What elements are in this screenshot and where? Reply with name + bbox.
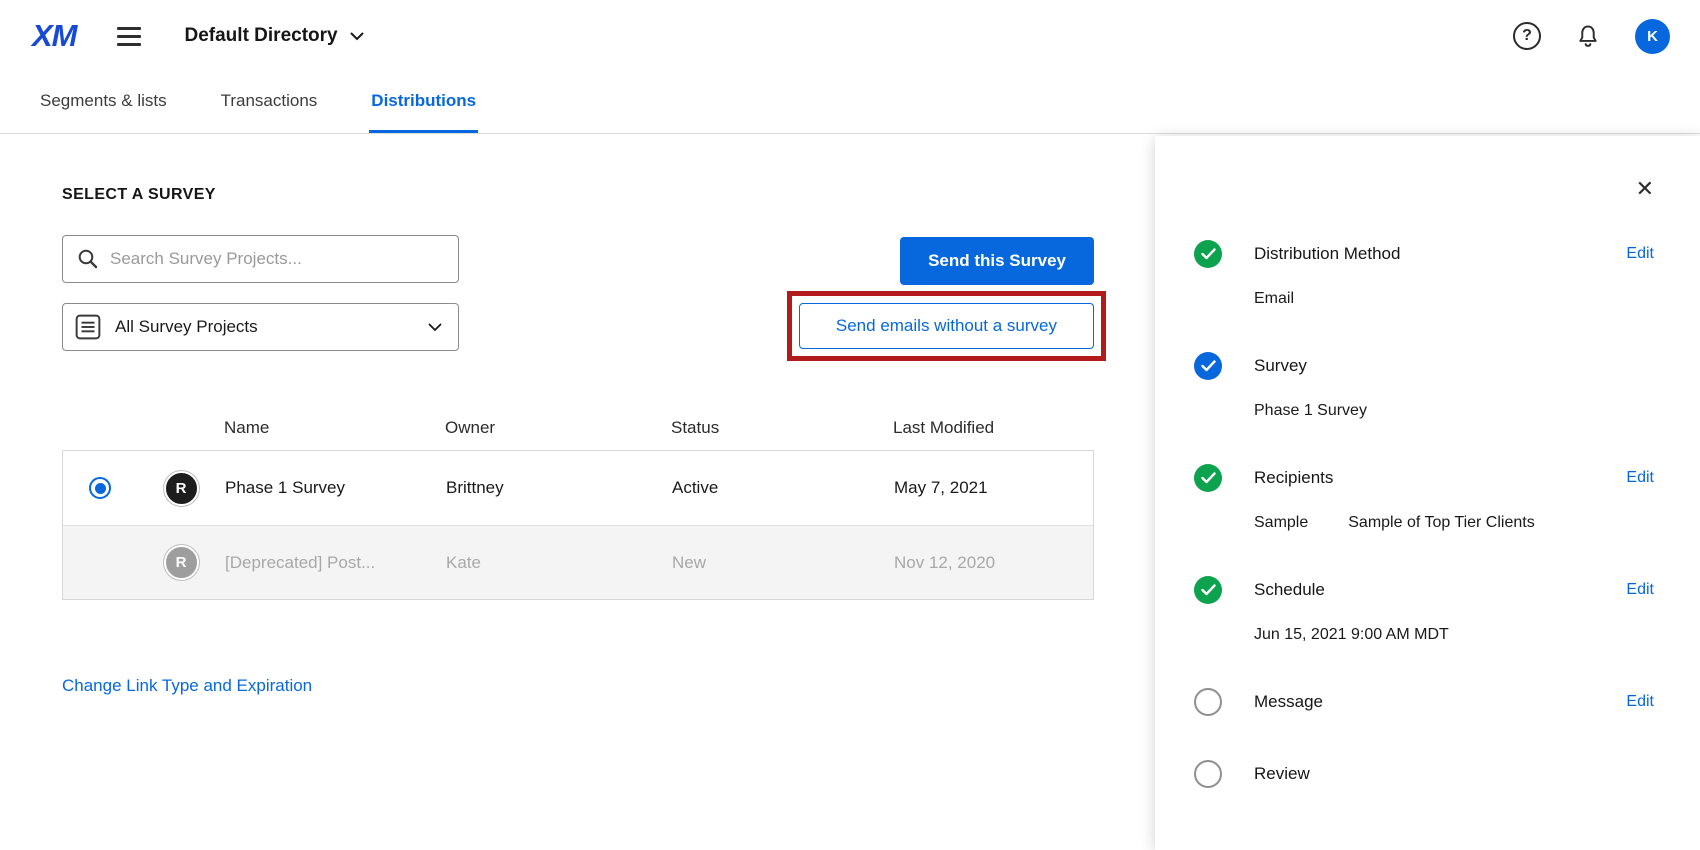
step-detail: Phase 1 Survey	[1254, 402, 1367, 419]
directory-selector[interactable]: Default Directory	[185, 25, 364, 47]
step-recipients: Recipients Edit Sample Sample of Top Tie…	[1194, 464, 1654, 532]
step-message: Message Edit	[1194, 688, 1654, 716]
step-label: Message	[1254, 692, 1323, 711]
empty-step-icon	[1194, 760, 1222, 788]
step-detail: Jun 15, 2021 9:00 AM MDT	[1254, 626, 1449, 643]
close-icon[interactable]: ✕	[1636, 178, 1654, 200]
distribution-steps-panel: ✕ Distribution Method Edit Email Survey …	[1155, 136, 1700, 850]
search-box	[62, 235, 459, 283]
list-icon	[75, 314, 101, 340]
step-label: Distribution Method	[1254, 244, 1401, 263]
project-filter-dropdown[interactable]: All Survey Projects	[62, 303, 459, 351]
table-header: Name Owner Status Last Modified	[62, 406, 1094, 450]
tab-distributions[interactable]: Distributions	[369, 72, 479, 133]
tab-segments-lists[interactable]: Segments & lists	[38, 72, 169, 133]
column-status: Status	[671, 418, 720, 437]
check-icon	[1194, 576, 1222, 604]
tab-transactions[interactable]: Transactions	[219, 72, 320, 133]
step-label: Survey	[1254, 356, 1307, 375]
step-detail: Email	[1254, 290, 1295, 307]
project-filter-value: All Survey Projects	[115, 317, 258, 336]
chevron-down-icon	[428, 323, 442, 331]
search-input[interactable]	[110, 249, 444, 269]
cell-last-modified: May 7, 2021	[894, 478, 988, 497]
notifications-bell-icon[interactable]	[1575, 23, 1601, 50]
cell-last-modified: Nov 12, 2020	[894, 552, 996, 572]
empty-step-icon	[1194, 688, 1222, 716]
column-last-modified: Last Modified	[893, 418, 995, 437]
survey-avatar: R	[163, 545, 199, 580]
table-row[interactable]: R Phase 1 Survey Brittney Active May 7, …	[63, 451, 1093, 525]
table-row[interactable]: R [Deprecated] Post... Kate New Nov 12, …	[63, 525, 1093, 599]
step-schedule: Schedule Edit Jun 15, 2021 9:00 AM MDT	[1194, 576, 1654, 644]
user-avatar[interactable]: K	[1635, 18, 1670, 54]
edit-schedule-link[interactable]: Edit	[1626, 581, 1654, 599]
page-title: SELECT A SURVEY	[62, 186, 216, 203]
check-icon	[1194, 240, 1222, 268]
survey-picker: SELECT A SURVEY All Survey Projects Send…	[62, 134, 1106, 696]
step-review: Review	[1194, 760, 1654, 788]
edit-distribution-method-link[interactable]: Edit	[1626, 245, 1654, 263]
cell-name: Phase 1 Survey	[225, 478, 346, 497]
survey-table: Name Owner Status Last Modified R Phase …	[62, 406, 1094, 600]
help-icon[interactable]: ?	[1513, 22, 1541, 50]
survey-avatar: R	[163, 470, 199, 506]
check-icon	[1194, 352, 1222, 380]
step-label: Recipients	[1254, 468, 1334, 487]
step-detail-type: Sample	[1254, 514, 1309, 531]
check-icon	[1194, 464, 1222, 492]
change-link-type-link[interactable]: Change Link Type and Expiration	[62, 676, 312, 696]
menu-icon[interactable]	[116, 26, 141, 46]
column-name: Name	[224, 418, 270, 437]
edit-recipients-link[interactable]: Edit	[1626, 469, 1654, 487]
cell-owner: Brittney	[446, 478, 504, 497]
step-survey: Survey Phase 1 Survey	[1194, 352, 1654, 420]
red-highlight-annotation: Send emails without a survey	[786, 291, 1106, 361]
top-bar: XM Default Directory ? K	[0, 0, 1700, 72]
radio-selected[interactable]	[89, 477, 111, 499]
send-this-survey-button[interactable]: Send this Survey	[900, 237, 1094, 285]
cell-status: Active	[672, 478, 719, 497]
column-owner: Owner	[445, 418, 496, 437]
cell-name: [Deprecated] Post...	[225, 552, 376, 572]
step-distribution-method: Distribution Method Edit Email	[1194, 240, 1654, 308]
step-label: Schedule	[1254, 580, 1325, 599]
edit-message-link[interactable]: Edit	[1626, 693, 1654, 711]
directory-label: Default Directory	[184, 25, 338, 46]
send-emails-without-survey-button[interactable]: Send emails without a survey	[798, 303, 1094, 349]
search-icon	[78, 249, 98, 269]
xm-logo: XM	[32, 18, 77, 53]
tab-bar: Segments & lists Transactions Distributi…	[0, 72, 1700, 134]
cell-owner: Kate	[446, 552, 481, 572]
step-detail: Sample of Top Tier Clients	[1348, 514, 1535, 531]
table-body: R Phase 1 Survey Brittney Active May 7, …	[62, 450, 1094, 600]
chevron-down-icon	[350, 32, 364, 40]
cell-status: New	[672, 552, 707, 572]
step-label: Review	[1254, 764, 1310, 783]
main-area: SELECT A SURVEY All Survey Projects Send…	[0, 134, 1700, 850]
